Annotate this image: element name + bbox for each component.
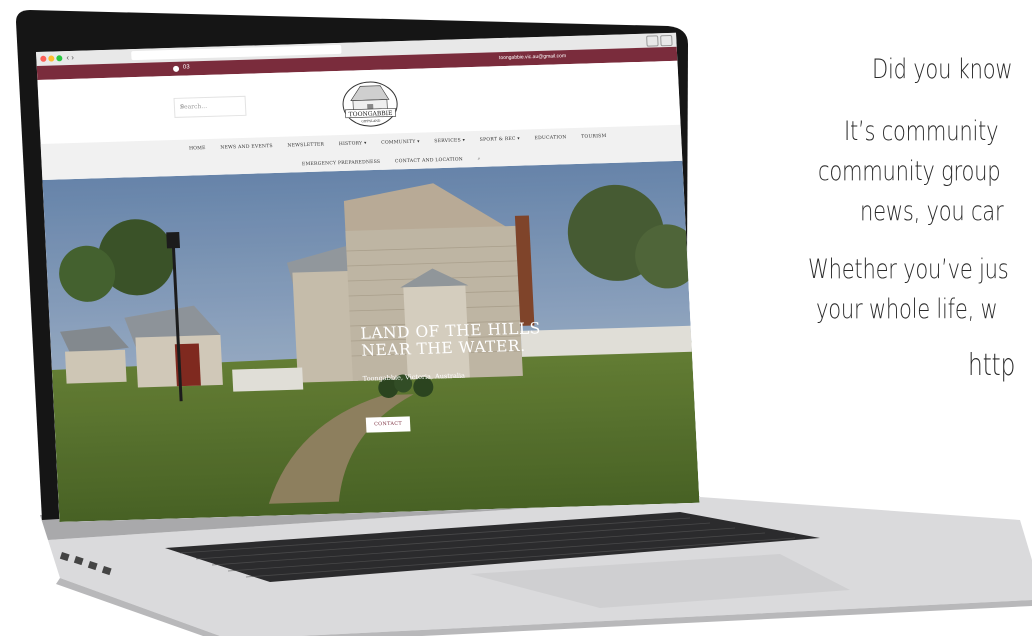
hero-section: LAND OF THE HILLS NEAR THE WATER. Toonga… <box>42 160 700 522</box>
search-icon[interactable]: ⌕ <box>180 100 238 112</box>
topbar-count: 03 <box>182 64 190 71</box>
promo-line-3: community group <box>818 156 1001 187</box>
site-logo[interactable]: TOONGABBIE GIPPSLAND <box>340 75 401 129</box>
hero-title: LAND OF THE HILLS NEAR THE WATER. <box>360 319 542 359</box>
nav-sport[interactable]: SPORT & REC ▾ <box>480 137 520 143</box>
nav-emergency[interactable]: EMERGENCY PREPAREDNESS <box>302 160 381 167</box>
nav-services[interactable]: SERVICES ▾ <box>434 138 465 144</box>
promo-line-1: Did you know <box>872 54 1013 85</box>
promo-text: Did you know It’s community community gr… <box>790 40 1032 460</box>
laptop-screen: ‹ › 03 toongabbie.vic.au@gmail.com Searc… <box>36 32 700 523</box>
facebook-icon[interactable] <box>172 65 180 72</box>
zoom-dot-icon[interactable] <box>56 55 63 62</box>
nav-news[interactable]: NEWS AND EVENTS <box>220 144 273 151</box>
promo-line-2: It’s community <box>844 116 999 147</box>
topbar-email[interactable]: toongabbie.vic.au@gmail.com <box>499 53 566 61</box>
logo-text: TOONGABBIE <box>349 110 393 118</box>
tabs-icon[interactable] <box>660 34 673 47</box>
back-forward-icon[interactable]: ‹ › <box>66 53 74 62</box>
promo-line-5: Whether you’ve jus <box>808 254 1009 285</box>
minimize-dot-icon[interactable] <box>48 55 55 62</box>
nav-community[interactable]: COMMUNITY ▾ <box>381 140 420 146</box>
scene: ‹ › 03 toongabbie.vic.au@gmail.com Searc… <box>0 0 1032 636</box>
share-icon[interactable] <box>646 35 659 47</box>
nav-tourism[interactable]: TOURISM <box>581 134 606 140</box>
promo-line-4: news, you car <box>860 196 1004 227</box>
nav-education[interactable]: EDUCATION <box>534 135 566 141</box>
close-dot-icon[interactable] <box>40 55 47 62</box>
nav-home[interactable]: HOME <box>189 146 206 151</box>
promo-line-6: your whole life, w <box>816 294 998 325</box>
nav-newsletter[interactable]: NEWSLETTER <box>287 143 324 149</box>
search-input[interactable]: Search... ⌕ <box>173 95 247 118</box>
nav-contact[interactable]: CONTACT AND LOCATION <box>395 157 463 164</box>
promo-line-7: http <box>968 348 1016 383</box>
logo-subtext: GIPPSLAND <box>361 119 381 124</box>
nav-search-icon[interactable]: ⌕ <box>478 157 481 162</box>
nav-history[interactable]: HISTORY ▾ <box>339 141 367 147</box>
contact-button[interactable]: CONTACT <box>365 416 411 433</box>
